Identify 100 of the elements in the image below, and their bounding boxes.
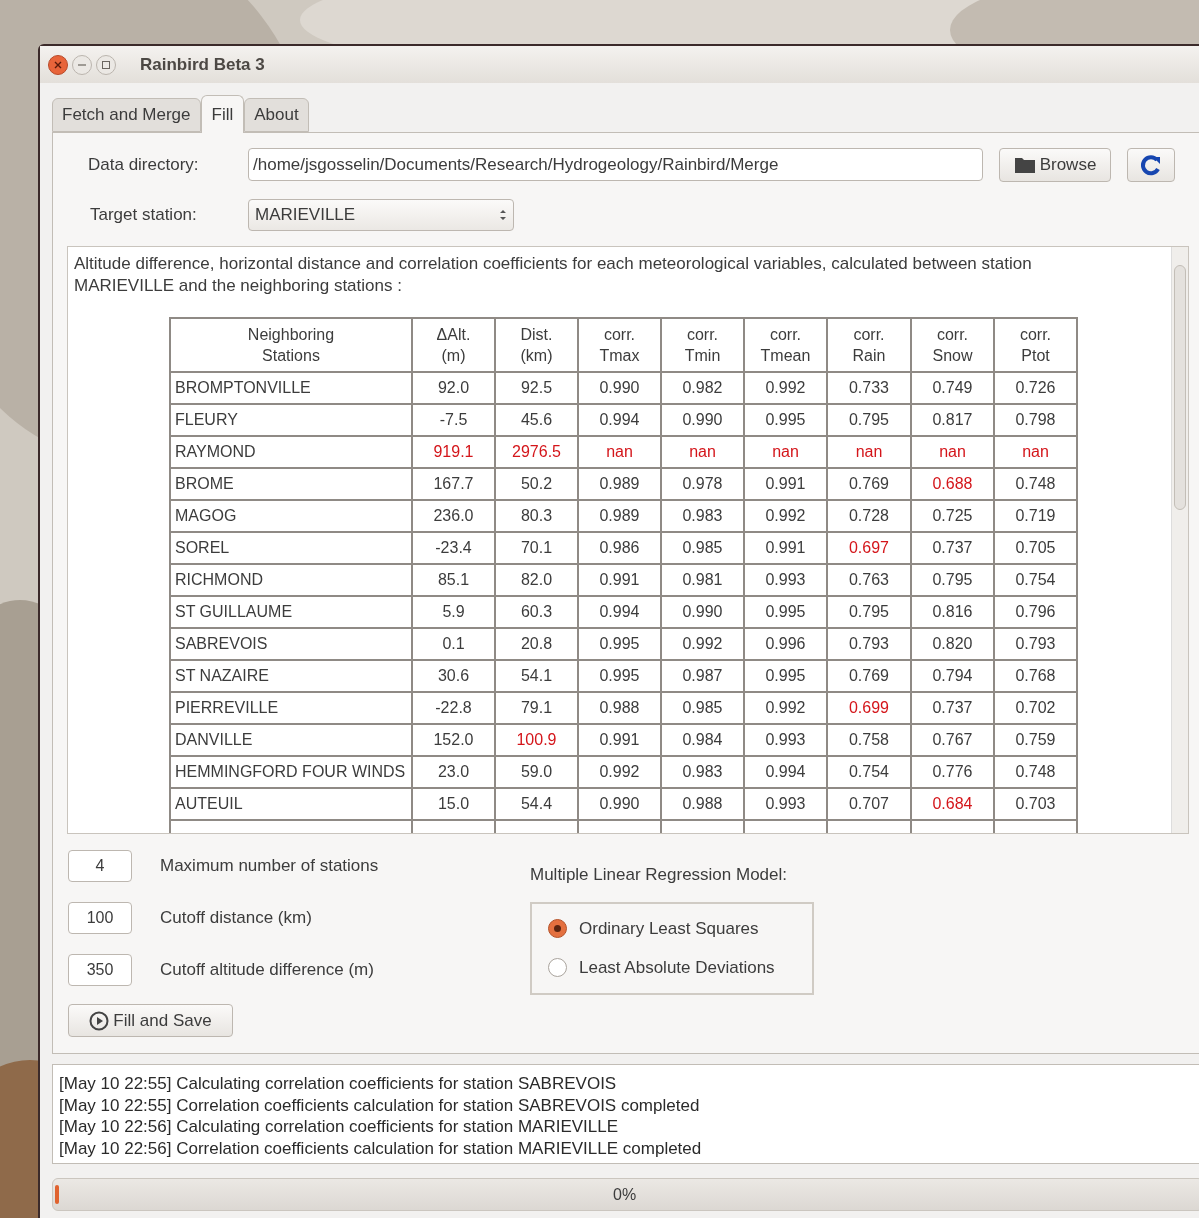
table-cell: 0.992 — [744, 372, 827, 404]
regression-title: Multiple Linear Regression Model: — [530, 864, 789, 886]
table-cell: 0.995 — [578, 660, 661, 692]
minimize-icon — [78, 63, 86, 66]
table-cell: 45.6 — [495, 404, 578, 436]
column-header: corr. Tmax — [578, 318, 661, 372]
table-cell: 0.994 — [578, 404, 661, 436]
table-cell: 0.816 — [911, 596, 994, 628]
table-cell: 0.699 — [827, 692, 911, 724]
table-cell: 0.988 — [661, 788, 744, 820]
table-cell: 0.794 — [911, 660, 994, 692]
number-field[interactable]: 350 — [68, 954, 132, 986]
table-cell: 0.796 — [994, 596, 1077, 628]
table-cell: 23.0 — [412, 756, 495, 788]
tab[interactable]: Fetch and Merge — [52, 98, 201, 132]
table-cell: 0.795 — [827, 404, 911, 436]
refresh-button[interactable] — [1127, 147, 1175, 182]
column-header: corr. Ptot — [994, 318, 1077, 372]
table-cell: 0.986 — [578, 532, 661, 564]
table-cell: 0.769 — [827, 660, 911, 692]
table-cell: 0.994 — [744, 756, 827, 788]
table-cell: 152.0 — [412, 724, 495, 756]
fill-and-save-button[interactable]: Fill and Save — [68, 1004, 233, 1037]
table-cell: 0.793 — [994, 628, 1077, 660]
column-header: Dist. (km) — [495, 318, 578, 372]
table-cell: AUTEUIL — [170, 788, 412, 820]
table-cell: 0.991 — [578, 564, 661, 596]
table-cell: 0.995 — [744, 596, 827, 628]
table-cell: ST GUILLAUME — [170, 596, 412, 628]
number-field[interactable]: 100 — [68, 902, 132, 934]
table-cell: 0.993 — [744, 564, 827, 596]
table-cell: nan — [911, 436, 994, 468]
table-cell: 0.996 — [744, 628, 827, 660]
column-header: corr. Snow — [911, 318, 994, 372]
spinner-arrows-icon — [499, 207, 507, 222]
table-cell: 0.983 — [661, 500, 744, 532]
table-cell: 70.1 — [495, 532, 578, 564]
browse-button[interactable]: Browse — [999, 147, 1111, 182]
table-cell: 59.0 — [495, 756, 578, 788]
table-cell: 919.1 — [412, 436, 495, 468]
table-cell: 0.981 — [661, 564, 744, 596]
table-cell: 0.991 — [744, 468, 827, 500]
table-cell: 0.798 — [994, 404, 1077, 436]
table-cell: RAYMOND — [170, 436, 412, 468]
number-field[interactable]: 4 — [68, 850, 132, 882]
table-cell: 80.3 — [495, 500, 578, 532]
tab[interactable]: About — [244, 98, 309, 132]
table-cell: 30.6 — [412, 660, 495, 692]
table-cell: 0.993 — [744, 724, 827, 756]
refresh-icon — [1140, 153, 1162, 176]
radio-button[interactable] — [548, 958, 567, 978]
column-header: corr. Tmean — [744, 318, 827, 372]
table-cell: nan — [994, 436, 1077, 468]
table-cell: 0.707 — [827, 788, 911, 820]
table-cell: 15.0 — [412, 788, 495, 820]
table-cell: nan — [578, 436, 661, 468]
table-cell: 0.985 — [661, 692, 744, 724]
table-cell: 0.995 — [744, 404, 827, 436]
table-cell: 0.1 — [412, 628, 495, 660]
table-cell: 0.820 — [911, 628, 994, 660]
table-cell: 0.719 — [994, 500, 1077, 532]
table-cell: 0.817 — [911, 404, 994, 436]
table-cell: 0.725 — [911, 500, 994, 532]
table-cell: DANVILLE — [170, 724, 412, 756]
table-cell: 0.776 — [911, 756, 994, 788]
maximize-button[interactable] — [96, 54, 116, 75]
table-cell: 0.754 — [827, 756, 911, 788]
table-cell: ST NAZAIRE — [170, 660, 412, 692]
table-cell: -22.8 — [412, 692, 495, 724]
table-cell: 0.990 — [661, 596, 744, 628]
description-text: Altitude difference, horizontal distance and correlation coefficients for each meteorological variables, calculated between station MARIEVILLE and the neighboring stations : — [74, 253, 1033, 297]
table-cell: 0.793 — [827, 628, 911, 660]
close-icon — [54, 60, 62, 69]
maximize-icon — [102, 60, 110, 69]
table-cell: 0.991 — [744, 532, 827, 564]
close-button[interactable] — [48, 54, 68, 75]
table-cell: 0.726 — [994, 372, 1077, 404]
table-cell: 0.702 — [994, 692, 1077, 724]
table-cell: 0.987 — [661, 660, 744, 692]
table-cell: 0.992 — [578, 756, 661, 788]
directory-field[interactable]: /home/jsgosselin/Documents/Research/Hydrogeology/Rainbird/Merge — [248, 148, 983, 181]
table-cell: 0.754 — [994, 564, 1077, 596]
table-cell: 0.705 — [994, 532, 1077, 564]
radio-button[interactable] — [548, 918, 567, 938]
scrollbar[interactable] — [1171, 247, 1188, 833]
table-cell: 0.990 — [578, 372, 661, 404]
station-dropdown[interactable]: MARIEVILLE — [248, 198, 514, 231]
table-cell: 167.7 — [412, 468, 495, 500]
table-cell: 0.991 — [578, 724, 661, 756]
table-cell: 0.992 — [744, 692, 827, 724]
table-cell: nan — [827, 436, 911, 468]
table-cell: 0.749 — [911, 372, 994, 404]
radio-label: Ordinary Least Squares — [579, 917, 759, 940]
table-cell: 100.9 — [495, 724, 578, 756]
table-cell: 0.769 — [827, 468, 911, 500]
column-header: Neighboring Stations — [170, 318, 412, 372]
table-cell: 0.990 — [578, 788, 661, 820]
column-header: ΔAlt. (m) — [412, 318, 495, 372]
tab[interactable]: Fill — [200, 95, 245, 133]
table-cell: 0.748 — [994, 756, 1077, 788]
